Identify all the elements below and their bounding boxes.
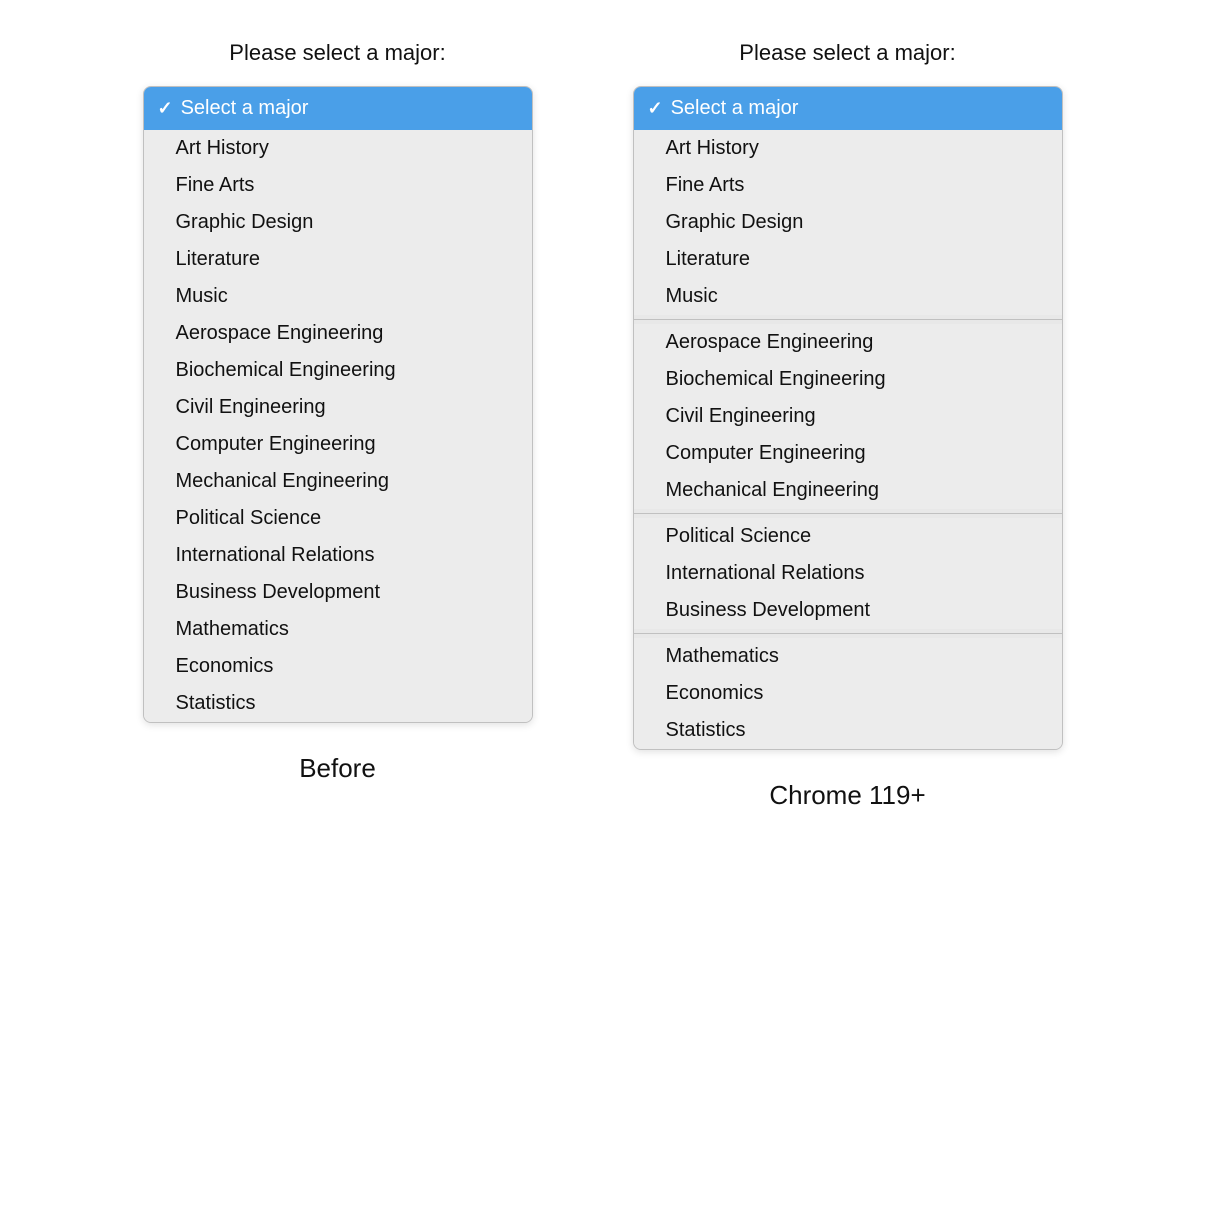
after-dropdown[interactable]: ✓ Select a major Art HistoryFine ArtsGra…: [633, 86, 1063, 750]
before-column: Please select a major: ✓ Select a major …: [143, 40, 533, 784]
after-caption: Chrome 119+: [769, 780, 925, 811]
dropdown-option[interactable]: Mathematics: [634, 638, 1062, 675]
dropdown-option[interactable]: Political Science: [634, 518, 1062, 555]
dropdown-option[interactable]: Literature: [144, 241, 532, 278]
dropdown-option[interactable]: Political Science: [144, 500, 532, 537]
dropdown-option[interactable]: Literature: [634, 241, 1062, 278]
dropdown-option[interactable]: Aerospace Engineering: [634, 324, 1062, 361]
before-selected-label: Select a major: [181, 97, 309, 120]
dropdown-option[interactable]: Civil Engineering: [634, 398, 1062, 435]
dropdown-option[interactable]: Fine Arts: [634, 167, 1062, 204]
dropdown-option[interactable]: Business Development: [634, 592, 1062, 629]
checkmark-icon-right: ✓: [648, 98, 663, 119]
before-options-list: Art HistoryFine ArtsGraphic DesignLitera…: [144, 130, 532, 722]
dropdown-option[interactable]: Music: [144, 278, 532, 315]
after-selected-label: Select a major: [671, 97, 799, 120]
group-divider: [634, 513, 1062, 514]
dropdown-option[interactable]: Art History: [634, 130, 1062, 167]
dropdown-option[interactable]: Computer Engineering: [144, 426, 532, 463]
dropdown-option[interactable]: Biochemical Engineering: [634, 361, 1062, 398]
before-label: Please select a major:: [229, 40, 445, 66]
dropdown-option[interactable]: International Relations: [634, 555, 1062, 592]
dropdown-option[interactable]: Mechanical Engineering: [144, 463, 532, 500]
after-column: Please select a major: ✓ Select a major …: [633, 40, 1063, 811]
dropdown-option[interactable]: Economics: [144, 648, 532, 685]
dropdown-option[interactable]: Art History: [144, 130, 532, 167]
before-caption: Before: [299, 753, 376, 784]
dropdown-option[interactable]: Graphic Design: [634, 204, 1062, 241]
comparison-wrapper: Please select a major: ✓ Select a major …: [20, 40, 1185, 811]
dropdown-option[interactable]: International Relations: [144, 537, 532, 574]
dropdown-option[interactable]: Business Development: [144, 574, 532, 611]
dropdown-option[interactable]: Graphic Design: [144, 204, 532, 241]
dropdown-option[interactable]: Computer Engineering: [634, 435, 1062, 472]
dropdown-option[interactable]: Economics: [634, 675, 1062, 712]
dropdown-option[interactable]: Mathematics: [144, 611, 532, 648]
dropdown-option[interactable]: Mechanical Engineering: [634, 472, 1062, 509]
dropdown-option[interactable]: Statistics: [144, 685, 532, 722]
after-selected-option[interactable]: ✓ Select a major: [634, 87, 1062, 130]
dropdown-option[interactable]: Statistics: [634, 712, 1062, 749]
dropdown-option[interactable]: Aerospace Engineering: [144, 315, 532, 352]
after-label: Please select a major:: [739, 40, 955, 66]
group-divider: [634, 319, 1062, 320]
before-dropdown[interactable]: ✓ Select a major Art HistoryFine ArtsGra…: [143, 86, 533, 723]
dropdown-option[interactable]: Music: [634, 278, 1062, 315]
before-selected-option[interactable]: ✓ Select a major: [144, 87, 532, 130]
group-divider: [634, 633, 1062, 634]
checkmark-icon: ✓: [158, 98, 173, 119]
dropdown-option[interactable]: Civil Engineering: [144, 389, 532, 426]
after-options-list: Art HistoryFine ArtsGraphic DesignLitera…: [634, 130, 1062, 749]
dropdown-option[interactable]: Biochemical Engineering: [144, 352, 532, 389]
dropdown-option[interactable]: Fine Arts: [144, 167, 532, 204]
